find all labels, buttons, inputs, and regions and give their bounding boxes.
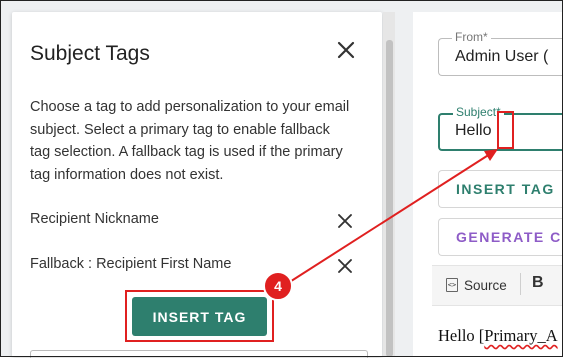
- tag-row-primary: Recipient Nickname: [30, 211, 360, 233]
- remove-tag-button[interactable]: [336, 212, 354, 230]
- remove-tag-button[interactable]: [336, 257, 354, 275]
- from-field[interactable]: From* Admin User (: [438, 30, 563, 76]
- source-button[interactable]: <> Source: [446, 276, 507, 294]
- tag-label: Fallback : Recipient First Name: [30, 256, 232, 272]
- tag-label: Recipient Nickname: [30, 211, 159, 227]
- bold-button[interactable]: B: [532, 274, 544, 292]
- panel-title: Subject Tags: [30, 42, 150, 65]
- from-field-value: Admin User (: [455, 48, 549, 65]
- insert-tag-button[interactable]: INSERT TAG: [132, 297, 267, 336]
- close-button[interactable]: [334, 38, 358, 62]
- from-field-label: From*: [452, 30, 491, 44]
- toolbar-divider: [520, 273, 521, 295]
- step-number-badge: 4: [263, 271, 293, 301]
- tag-row-fallback: Fallback : Recipient First Name: [30, 256, 360, 278]
- close-icon: [337, 41, 355, 59]
- close-icon: [338, 214, 352, 228]
- panel-scrollbar-thumb[interactable]: [386, 40, 393, 357]
- source-code-icon: <>: [446, 278, 458, 292]
- cursor-position-highlight: [497, 111, 514, 149]
- email-body-text-tag: Primary_A: [484, 326, 558, 345]
- generate-content-button[interactable]: GENERATE CO: [438, 218, 563, 256]
- source-button-label: Source: [464, 277, 507, 293]
- insert-tag-subject-button[interactable]: INSERT TAG: [438, 170, 563, 208]
- email-body-text: Hello [Primary_A: [438, 326, 558, 346]
- close-icon: [338, 259, 352, 273]
- subject-field-value: Hello: [455, 122, 492, 139]
- panel-description: Choose a tag to add personalization to y…: [30, 99, 350, 183]
- email-body-text-prefix: Hello [: [438, 326, 485, 345]
